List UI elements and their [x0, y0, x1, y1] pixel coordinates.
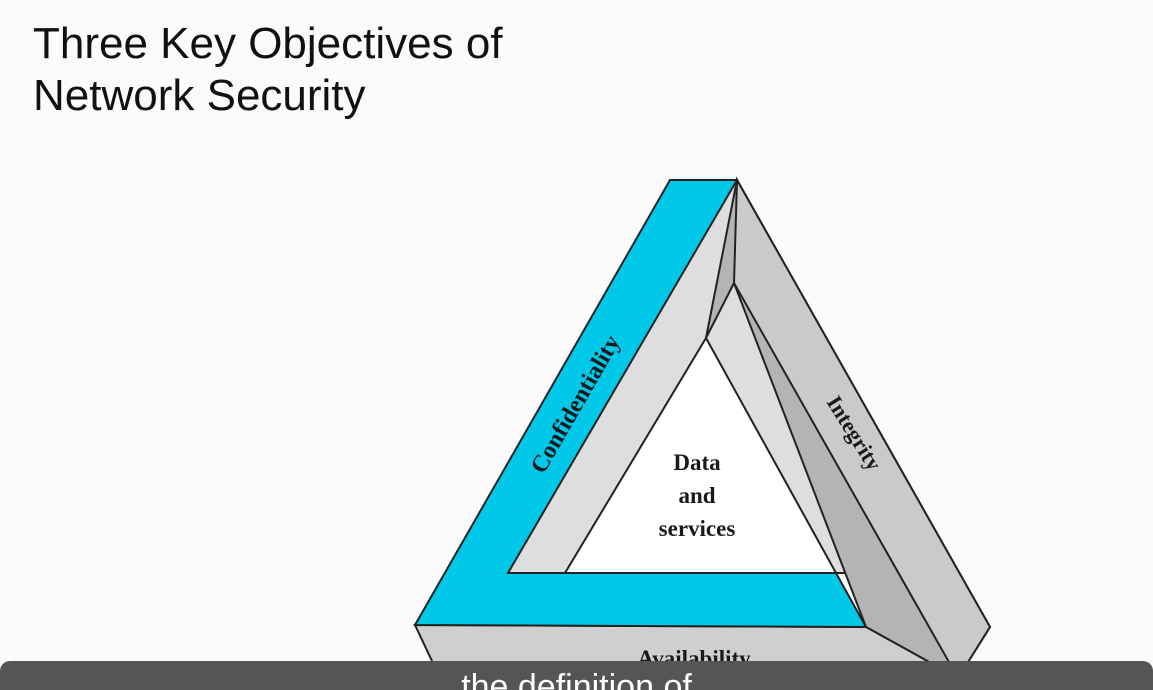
center-label-data: Data [673, 450, 721, 475]
center-label-and: and [678, 483, 715, 508]
cia-triangle-diagram: Confidentiality Integrity Availability D… [413, 176, 992, 680]
center-label-services: services [659, 516, 736, 541]
video-caption-bar: …the definition of… [0, 661, 1153, 690]
caption-text: …the definition of… [427, 668, 726, 690]
